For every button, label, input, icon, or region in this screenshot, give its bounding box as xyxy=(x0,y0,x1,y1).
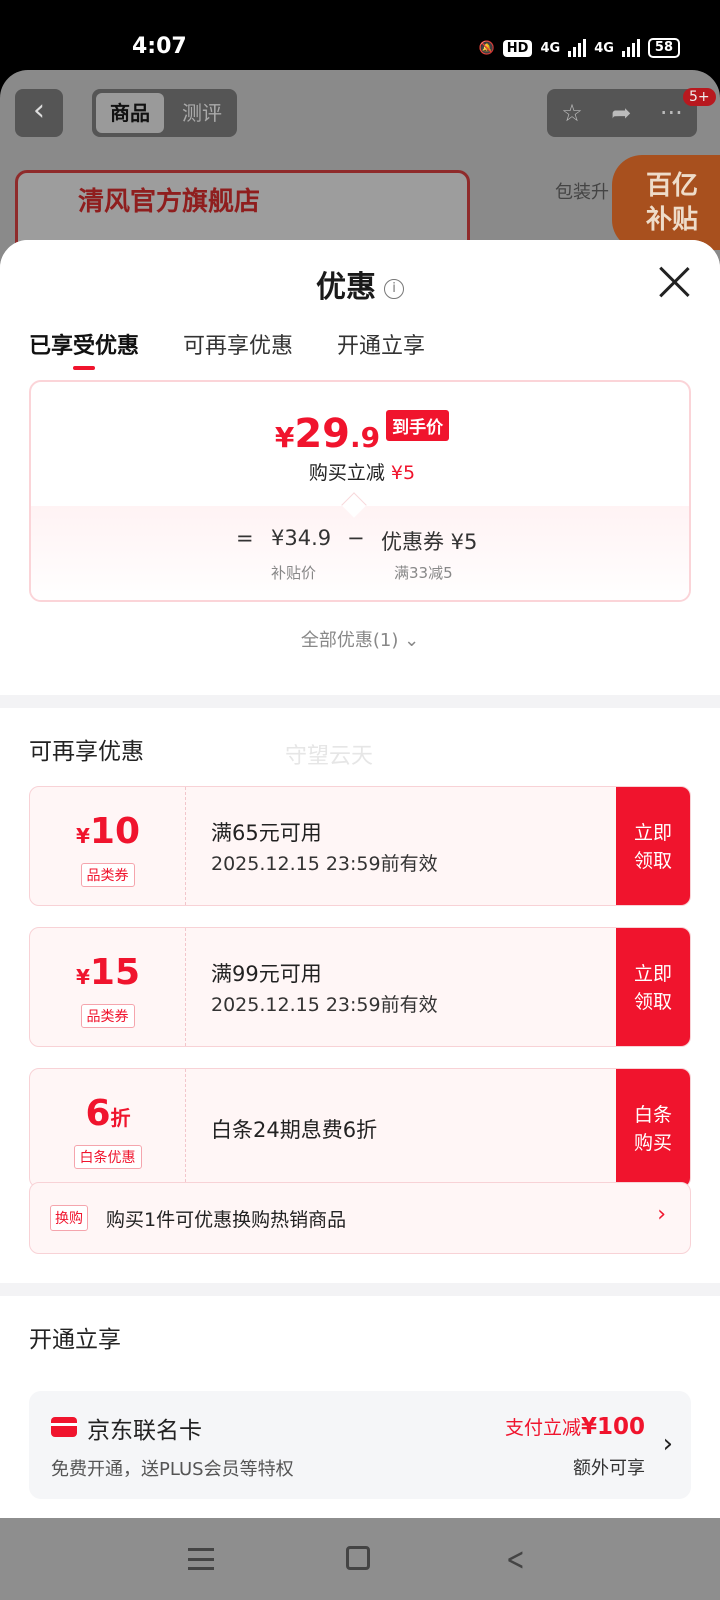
network-label-2: 4G xyxy=(594,40,614,56)
home-icon[interactable] xyxy=(346,1546,370,1570)
swap-tag: 换购 xyxy=(50,1205,88,1231)
coupon-value: ¥15 xyxy=(75,952,141,993)
chevron-right-icon: › xyxy=(657,1202,666,1227)
coupon-type-tag: 品类券 xyxy=(80,1004,135,1028)
coupon-expiry: 2025.12.15 23:59前有效 xyxy=(211,853,438,875)
system-nav-bar: < xyxy=(0,1518,720,1600)
share-icon: ➦ xyxy=(611,99,632,127)
sheet-title: 优惠 i xyxy=(0,262,720,306)
coupon-condition: 满33减5 xyxy=(394,564,453,582)
card-extra: 额外可享 xyxy=(573,1458,645,1479)
message-badge: 5+ xyxy=(683,88,716,106)
discount-tabs: 已享受优惠 可再享优惠 开通立享 xyxy=(29,328,425,370)
credit-card-icon xyxy=(51,1417,77,1437)
signal-icon xyxy=(568,39,587,57)
subsidy-line2: 补贴 xyxy=(645,205,698,235)
subsidy-price: ¥34.9 xyxy=(271,526,332,550)
watermark: 守望云天 xyxy=(285,744,374,769)
price-box: ¥29.9 到手价 购买立减 ¥5 = ¥34.9 − 优惠券 ¥5 补贴价 满33… xyxy=(29,380,691,602)
more-offers-section: 可再享优惠 守望云天 ¥10 品类券 满65元可用 2025.12.15 23:… xyxy=(0,708,720,1283)
jd-card-row[interactable]: 京东联名卡 免费开通，送PLUS会员等特权 支付立减¥100 额外可享 › xyxy=(29,1391,691,1499)
info-icon[interactable]: i xyxy=(384,278,404,299)
card-description: 免费开通，送PLUS会员等特权 xyxy=(51,1459,294,1480)
card-promo: 支付立减¥100 xyxy=(504,1414,645,1440)
pack-text: 包装升 xyxy=(555,182,609,203)
swap-text: 购买1件可优惠换购热销商品 xyxy=(106,1209,347,1231)
coupon-type-tag: 品类券 xyxy=(80,863,135,887)
coupon-value: ¥10 xyxy=(75,811,141,852)
final-price: ¥29.9 到手价 xyxy=(31,410,689,457)
subsidy-line1: 百亿 xyxy=(645,171,698,201)
tab-enjoyed[interactable]: 已享受优惠 xyxy=(29,328,139,370)
subsidy-price-label: 补贴价 xyxy=(271,564,317,582)
network-label-1: 4G xyxy=(540,40,561,56)
tab-product: 商品 xyxy=(96,93,164,133)
price-breakdown: = ¥34.9 − 优惠券 ¥5 补贴价 满33减5 xyxy=(236,526,478,582)
coupon-type-tag: 白条优惠 xyxy=(73,1145,142,1169)
signal-icon-2 xyxy=(621,39,640,57)
coupon-value: 6折 xyxy=(85,1093,131,1134)
coupon-card: ¥10 品类券 满65元可用 2025.12.15 23:59前有效 立即 领取 xyxy=(29,786,691,906)
chevron-right-icon: › xyxy=(662,1429,673,1459)
coupon-card: 6折 白条优惠 白条24期息费6折 白条 购买 xyxy=(29,1068,691,1188)
open-section: 开通立享 京东联名卡 免费开通，送PLUS会员等特权 支付立减¥100 额外可享… xyxy=(0,1296,720,1518)
hd-icon: HD xyxy=(502,39,533,57)
close-icon[interactable] xyxy=(656,264,692,300)
chevron-down-icon: ⌄ xyxy=(398,630,420,651)
subsidy-badge: 百亿 补贴 xyxy=(612,155,720,250)
coupon-condition: 白条24期息费6折 xyxy=(211,1118,378,1142)
coupon-expiry: 2025.12.15 23:59前有效 xyxy=(211,994,438,1016)
final-price-tag: 到手价 xyxy=(386,410,450,441)
all-offers-button[interactable]: 全部优惠(1) ⌄ xyxy=(0,626,720,652)
tab-more[interactable]: 可再享优惠 xyxy=(183,328,293,360)
product-actions: ☆ ➦ ··· xyxy=(547,89,697,137)
sheet-title-text: 优惠 xyxy=(316,270,376,305)
status-bar: 4:07 🔕 HD 4G 4G 58 xyxy=(0,0,720,70)
enjoyed-section: 优惠 i 已享受优惠 可再享优惠 开通立享 ¥29.9 到手价 购买立减 ¥5 = ¥… xyxy=(0,240,720,695)
claim-button[interactable]: 立即 领取 xyxy=(616,928,690,1046)
claim-button[interactable]: 立即 领取 xyxy=(616,787,690,905)
back-icon[interactable]: < xyxy=(506,1540,525,1578)
status-icons: 🔕 HD 4G 4G 58 xyxy=(479,38,680,58)
section-title-open: 开通立享 xyxy=(29,1327,121,1353)
baitiao-buy-button[interactable]: 白条 购买 xyxy=(616,1069,690,1187)
back-icon: ‹ xyxy=(15,89,63,137)
card-name: 京东联名卡 xyxy=(87,1418,202,1444)
tab-open[interactable]: 开通立享 xyxy=(337,328,425,360)
product-tabs: 商品 测评 xyxy=(92,89,237,137)
star-icon: ☆ xyxy=(561,99,583,127)
section-title-more: 可再享优惠 xyxy=(29,739,144,765)
coupon-condition: 满65元可用 xyxy=(211,821,322,845)
discount-sheet: 优惠 i 已享受优惠 可再享优惠 开通立享 ¥29.9 到手价 购买立减 ¥5 = ¥… xyxy=(0,240,720,1518)
coupon-card: ¥15 品类券 满99元可用 2025.12.15 23:59前有效 立即 领取 xyxy=(29,927,691,1047)
mute-icon: 🔕 xyxy=(478,40,495,56)
reduce-text: 购买立减 ¥5 xyxy=(308,462,416,484)
store-name: 清风官方旗舰店 xyxy=(78,187,261,217)
status-time: 4:07 xyxy=(132,34,187,59)
coupon-condition: 满99元可用 xyxy=(211,962,322,986)
tab-review: 测评 xyxy=(182,101,222,125)
battery-icon: 58 xyxy=(647,38,680,58)
coupon-amount: 优惠券 ¥5 xyxy=(381,530,478,554)
more-icon: ··· xyxy=(659,99,683,127)
swap-offer-row[interactable]: 换购 购买1件可优惠换购热销商品 › xyxy=(29,1182,691,1254)
menu-icon[interactable] xyxy=(188,1548,214,1570)
